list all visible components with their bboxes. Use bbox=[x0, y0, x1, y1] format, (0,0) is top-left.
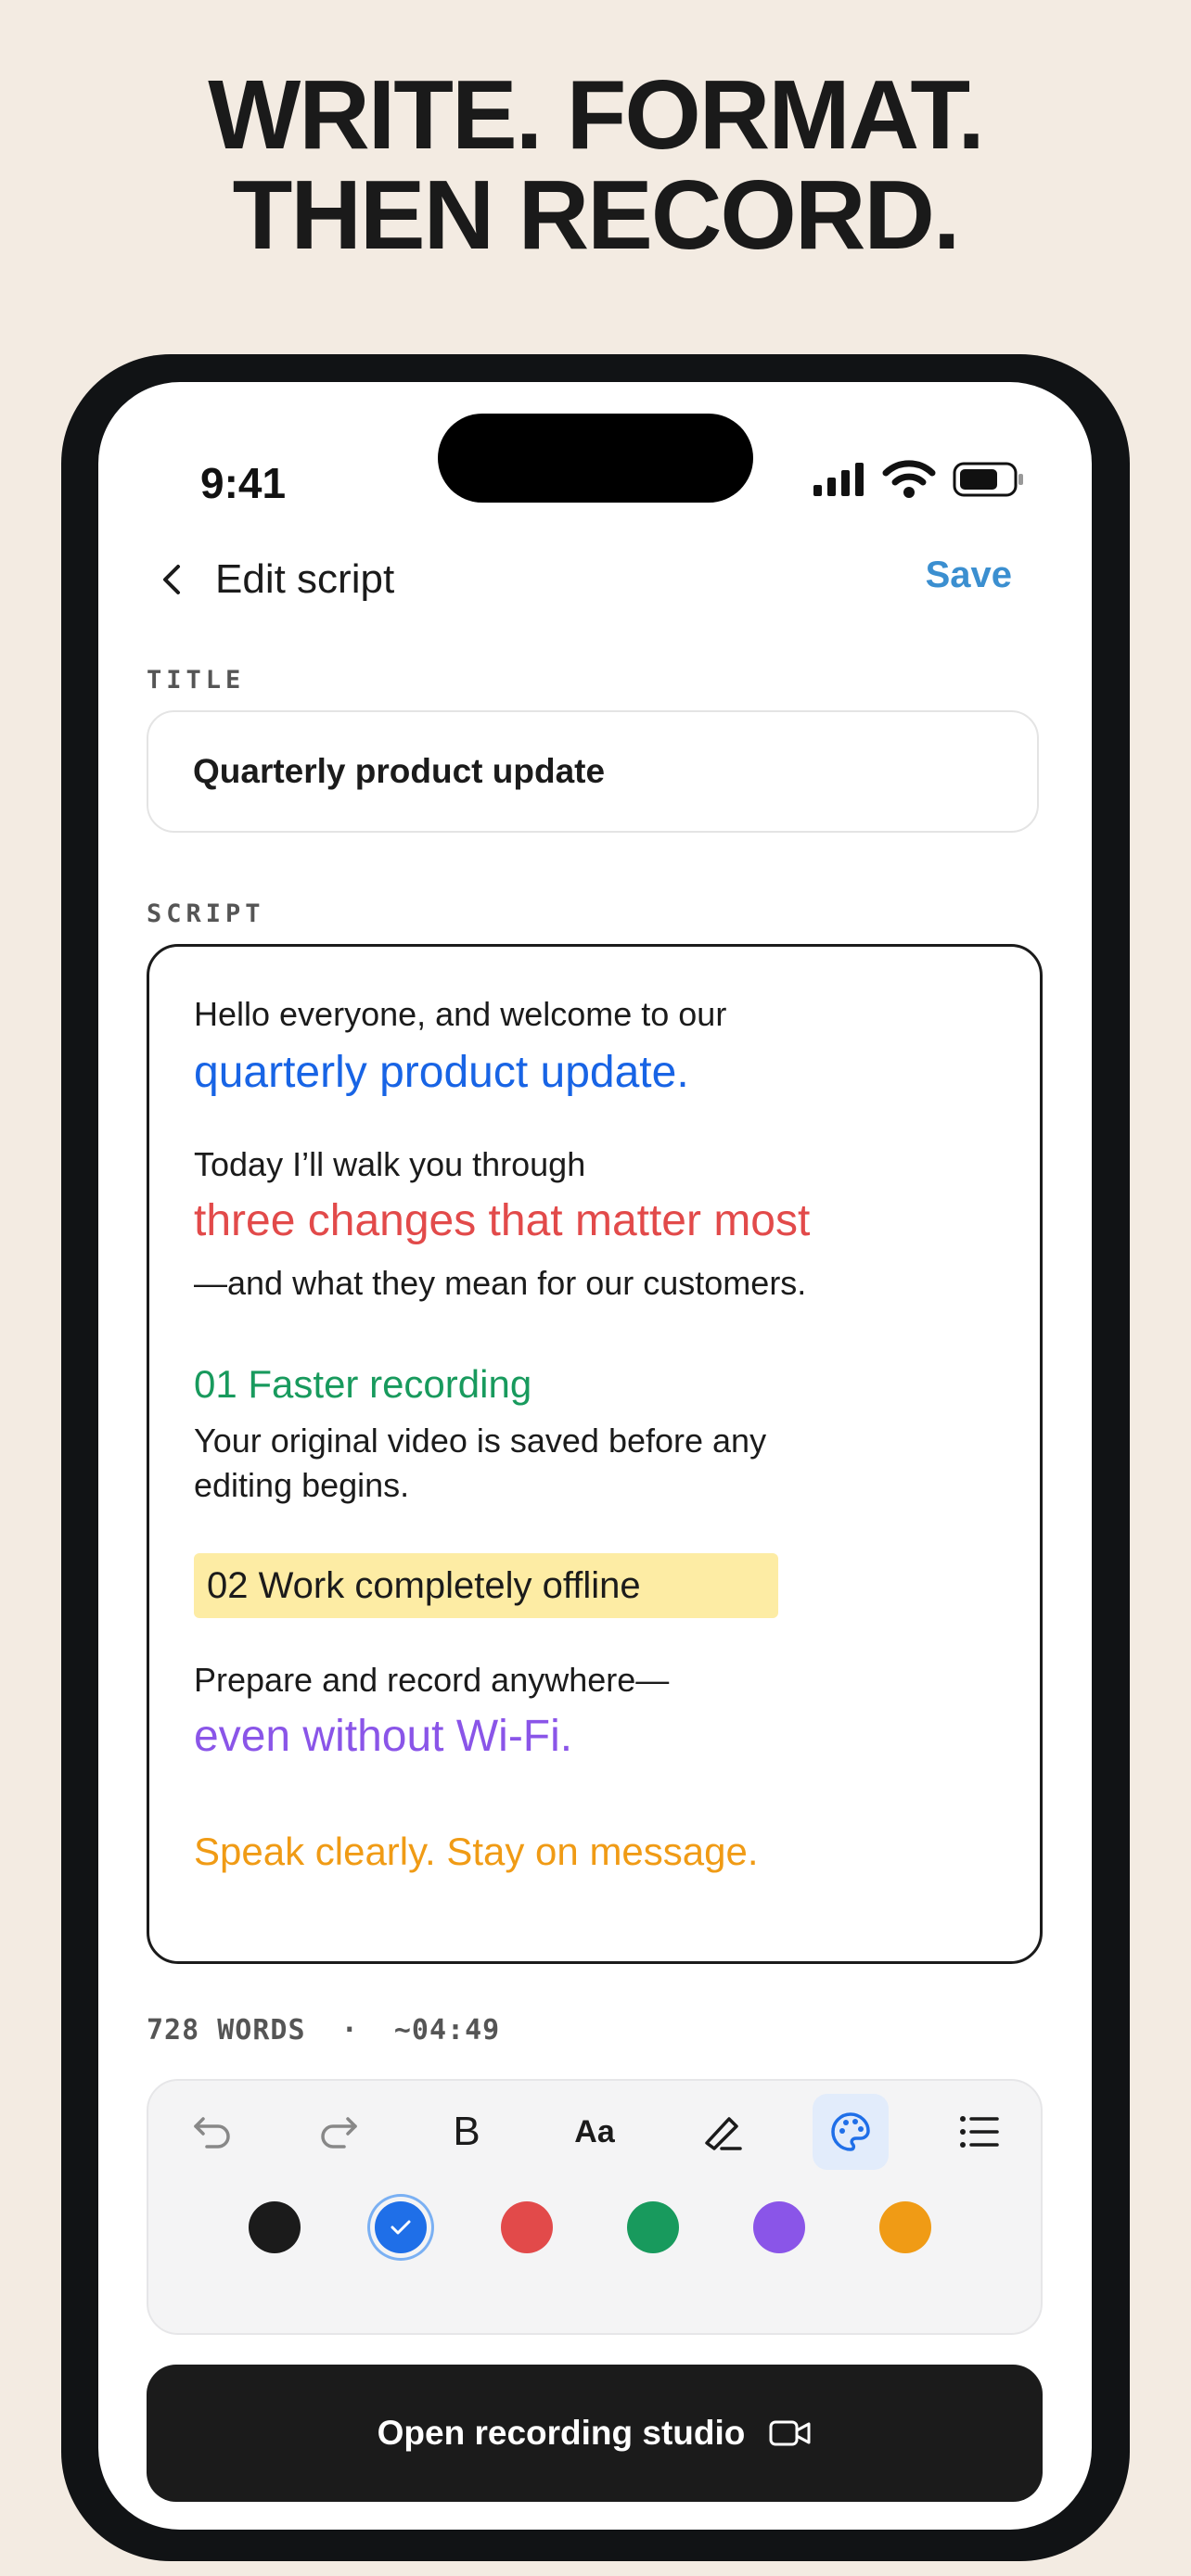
font-size-icon: Aa bbox=[574, 2113, 615, 2149]
highlighter-button[interactable] bbox=[685, 2094, 761, 2170]
script-line: Speak clearly. Stay on message. bbox=[194, 1830, 759, 1873]
script-line: Today I’ll walk you through bbox=[194, 1145, 586, 1183]
chevron-left-icon bbox=[163, 565, 180, 594]
script-line: three changes that matter most bbox=[194, 1196, 811, 1245]
checkmark-icon bbox=[391, 2220, 411, 2235]
script-stats: 728 WORDS · ~04:49 bbox=[147, 2014, 500, 2047]
headline-line-1: WRITE. FORMAT. bbox=[208, 60, 985, 170]
color-palette-button[interactable] bbox=[813, 2094, 889, 2170]
bold-icon: B bbox=[453, 2109, 480, 2154]
redo-button[interactable] bbox=[301, 2094, 377, 2170]
script-label: SCRIPT bbox=[147, 899, 265, 928]
page-title: Edit script bbox=[215, 556, 395, 602]
highlighted-heading: 02 Work completely offline bbox=[194, 1553, 778, 1618]
color-swatch-green[interactable] bbox=[627, 2201, 679, 2253]
phone-frame: 9:41 Edit script Save TITLE Quarterly pr… bbox=[61, 354, 1130, 2561]
title-input[interactable]: Quarterly product update bbox=[147, 710, 1039, 833]
stats-separator: · bbox=[340, 2014, 359, 2047]
color-swatch-black[interactable] bbox=[249, 2201, 301, 2253]
dynamic-island bbox=[438, 414, 753, 503]
cta-label: Open recording studio bbox=[377, 2414, 746, 2452]
color-swatch-blue[interactable] bbox=[375, 2201, 427, 2253]
script-heading: 01 Faster recording bbox=[194, 1362, 532, 1406]
save-button[interactable]: Save bbox=[926, 555, 1012, 596]
open-recording-studio-button[interactable]: Open recording studio bbox=[147, 2365, 1043, 2502]
highlighter-icon bbox=[705, 2117, 742, 2150]
video-camera-icon bbox=[769, 2420, 811, 2446]
nav-bar: Edit script Save bbox=[98, 538, 1092, 621]
bold-button[interactable]: B bbox=[429, 2094, 505, 2170]
battery-icon bbox=[953, 462, 1023, 497]
duration-estimate: ~04:49 bbox=[393, 2014, 501, 2047]
headline-line-2: THEN RECORD. bbox=[232, 160, 961, 270]
back-button[interactable] bbox=[147, 555, 197, 605]
word-count: 728 WORDS bbox=[147, 2014, 306, 2047]
wifi-icon bbox=[882, 460, 936, 498]
color-swatch-orange[interactable] bbox=[879, 2201, 931, 2253]
script-line: Prepare and record anywhere— bbox=[194, 1661, 670, 1699]
app-screen: 9:41 Edit script Save TITLE Quarterly pr… bbox=[98, 382, 1092, 2530]
palette-icon bbox=[831, 2112, 870, 2151]
script-editor[interactable]: Hello everyone, and welcome to our quart… bbox=[147, 944, 1043, 1964]
color-swatch-red[interactable] bbox=[501, 2201, 553, 2253]
status-icons bbox=[813, 460, 1025, 499]
color-swatch-purple[interactable] bbox=[753, 2201, 805, 2253]
list-button[interactable] bbox=[941, 2094, 1017, 2170]
format-toolbar: B Aa bbox=[147, 2079, 1043, 2335]
status-time: 9:41 bbox=[200, 459, 287, 507]
script-line: Hello everyone, and welcome to our bbox=[194, 995, 727, 1033]
font-size-button[interactable]: Aa bbox=[557, 2094, 633, 2170]
script-line: even without Wi-Fi. bbox=[194, 1712, 573, 1761]
redo-icon bbox=[321, 2117, 357, 2149]
script-line: editing begins. bbox=[194, 1466, 410, 1504]
marketing-headline: WRITE. FORMAT. THEN RECORD. bbox=[0, 65, 1191, 265]
title-label: TITLE bbox=[147, 666, 246, 695]
script-line: —and what they mean for our customers. bbox=[194, 1264, 807, 1302]
list-icon bbox=[960, 2116, 999, 2148]
undo-icon bbox=[194, 2117, 230, 2149]
script-line: quarterly product update. bbox=[194, 1048, 689, 1097]
undo-button[interactable] bbox=[174, 2094, 250, 2170]
signal-icon bbox=[813, 463, 864, 496]
script-line: Your original video is saved before any bbox=[194, 1422, 767, 1460]
